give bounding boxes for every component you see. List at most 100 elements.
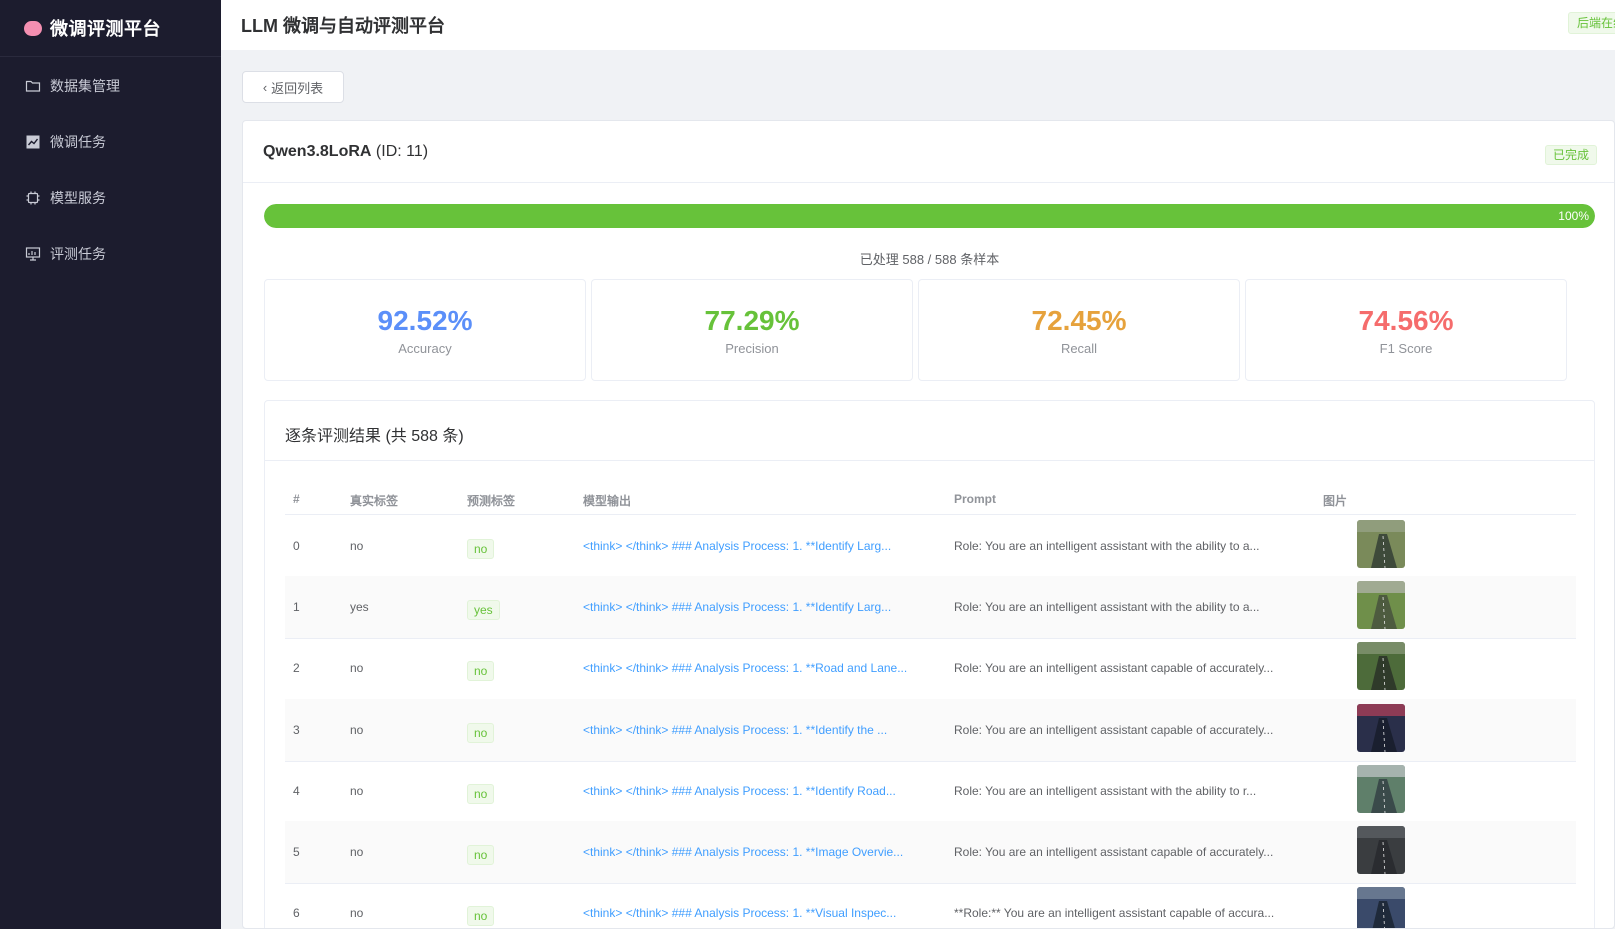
pred-label-tag: no xyxy=(467,661,495,682)
top-header: LLM 微调与自动评测平台 后端在线 xyxy=(221,0,1615,50)
job-title: Qwen3.8LoRA (ID: 11) xyxy=(263,143,428,161)
sidebar: 微调评测平台 数据集管理 微调任务 模型服务 评测任务 xyxy=(0,0,221,929)
truth-label: no xyxy=(350,906,364,921)
row-index: 5 xyxy=(293,845,300,859)
prompt-text: Role: You are an intelligent assistant c… xyxy=(954,661,1274,676)
row-index: 0 xyxy=(293,539,300,553)
table-row: 1 yes yes <think> </think> ### Analysis Pro… xyxy=(285,576,1576,640)
column-header-image: 图片 xyxy=(1323,494,1348,508)
metric-label: Accuracy xyxy=(398,341,452,356)
prompt-text: Role: You are an intelligent assistant c… xyxy=(954,845,1274,859)
folder-icon xyxy=(24,77,42,95)
metric-label: F1 Score xyxy=(1379,341,1433,356)
progress-fill: 100% xyxy=(264,204,1595,228)
model-output-link[interactable]: <think> </think> ### Analysis Process: 1… xyxy=(583,539,891,553)
row-index: 4 xyxy=(293,783,300,798)
progress-percent: 100% xyxy=(1558,209,1589,223)
metric-card-recall: 72.45% Recall xyxy=(918,279,1240,381)
sample-image-thumbnail[interactable] xyxy=(1357,703,1405,752)
presentation-icon xyxy=(24,245,42,263)
pred-label-tag: yes xyxy=(467,600,500,621)
back-button-label: 返回列表 xyxy=(271,80,324,96)
pred-label-tag: no xyxy=(467,783,495,804)
sample-image-thumbnail[interactable] xyxy=(1357,520,1405,568)
model-output-link[interactable]: <think> </think> ### Analysis Process: 1… xyxy=(583,906,896,920)
table-row: 2 no no <think> </think> ### Analysis Proce… xyxy=(285,637,1576,701)
sidebar-item-finetune[interactable]: 微调任务 xyxy=(0,122,221,162)
back-to-list-button[interactable]: ‹ 返回列表 xyxy=(242,71,344,103)
metric-card-f1: 74.56% F1 Score xyxy=(1245,279,1567,381)
metric-value: 77.29% xyxy=(704,305,800,336)
prompt-text: **Role:** You are an intelligent assista… xyxy=(954,906,1275,921)
prompt-text: Role: You are an intelligent assistant w… xyxy=(954,783,1257,798)
prompt-text: Role: You are an intelligent assistant c… xyxy=(954,722,1274,737)
progress-bar: 100% xyxy=(264,204,1595,228)
table-row: 0 no no <think> </think> ### Analysis Proce… xyxy=(285,515,1576,578)
sidebar-item-label: 微调任务 xyxy=(50,134,106,150)
cpu-icon xyxy=(24,189,42,207)
table-row: 4 no no <think> </think> ### Analysis Proce… xyxy=(285,760,1576,823)
truth-label: no xyxy=(350,661,364,676)
brand-title: 微调评测平台 xyxy=(50,19,161,39)
model-output-link[interactable]: <think> </think> ### Analysis Process: 1… xyxy=(583,600,891,614)
truth-label: no xyxy=(350,845,364,859)
column-header-index: # xyxy=(293,492,300,506)
table-row: 5 no no <think> </think> ### Analysis Proce… xyxy=(285,821,1576,884)
sample-image-thumbnail[interactable] xyxy=(1357,826,1405,874)
metric-value: 92.52% xyxy=(377,305,473,336)
page-title: LLM 微调与自动评测平台 xyxy=(241,16,445,36)
model-output-link[interactable]: <think> </think> ### Analysis Process: 1… xyxy=(583,723,887,737)
truth-label: yes xyxy=(350,600,369,615)
job-name: Qwen3.8LoRA xyxy=(263,143,372,160)
pred-label-tag: no xyxy=(467,722,495,743)
metric-card-precision: 77.29% Precision xyxy=(591,279,913,381)
results-title: 逐条评测结果 (共 588 条) xyxy=(285,428,464,445)
chevron-left-icon: ‹ xyxy=(262,79,268,95)
pred-label-tag: no xyxy=(467,906,495,927)
metric-label: Recall xyxy=(1060,341,1098,356)
prompt-text: Role: You are an intelligent assistant w… xyxy=(954,600,1260,615)
trend-chart-icon xyxy=(24,133,42,151)
truth-label: no xyxy=(350,722,364,737)
sample-image-thumbnail[interactable] xyxy=(1357,764,1405,813)
backend-status-badge: 后端在线 xyxy=(1568,12,1615,34)
pred-label-tag: no xyxy=(467,539,495,559)
pred-label-tag: no xyxy=(467,845,495,865)
row-index: 6 xyxy=(293,906,300,921)
card-header: Qwen3.8LoRA (ID: 11) 已完成 xyxy=(243,121,1614,183)
sidebar-item-label: 模型服务 xyxy=(50,190,106,206)
status-badge: 已完成 xyxy=(1545,145,1598,165)
sidebar-item-evaluation[interactable]: 评测任务 xyxy=(0,234,221,274)
column-header-output: 模型输出 xyxy=(583,494,632,508)
brain-icon xyxy=(24,20,42,36)
model-output-link[interactable]: <think> </think> ### Analysis Process: 1… xyxy=(583,784,896,798)
metric-card-accuracy: 92.52% Accuracy xyxy=(264,279,586,381)
table-row: 6 no no <think> </think> ### Analysis Proce… xyxy=(285,882,1576,928)
processed-count: 已处理 588 / 588 条样本 xyxy=(859,252,1000,267)
row-index: 2 xyxy=(293,661,300,676)
table-row: 3 no no <think> </think> ### Analysis Proce… xyxy=(285,698,1576,762)
model-output-link[interactable]: <think> </think> ### Analysis Process: 1… xyxy=(583,661,907,675)
model-output-link[interactable]: <think> </think> ### Analysis Process: 1… xyxy=(583,845,903,859)
row-index: 3 xyxy=(293,722,300,737)
truth-label: no xyxy=(350,783,364,798)
sample-image-thumbnail[interactable] xyxy=(1357,887,1405,928)
metric-value: 72.45% xyxy=(1031,305,1127,336)
results-card: 逐条评测结果 (共 588 条) # 真实标签 预测标签 模型输出 Prompt… xyxy=(264,400,1595,928)
sidebar-item-model-service[interactable]: 模型服务 xyxy=(0,178,221,218)
table-header: # 真实标签 预测标签 模型输出 Prompt 图片 xyxy=(285,486,1576,515)
sidebar-item-datasets[interactable]: 数据集管理 xyxy=(0,66,221,106)
sample-image-thumbnail[interactable] xyxy=(1357,642,1405,691)
row-index: 1 xyxy=(293,600,300,615)
column-header-truth: 真实标签 xyxy=(350,494,399,508)
brand: 微调评测平台 xyxy=(0,0,221,57)
metric-label: Precision xyxy=(725,341,779,356)
column-header-pred: 预测标签 xyxy=(467,494,516,508)
column-header-prompt: Prompt xyxy=(954,492,996,506)
metric-value: 74.56% xyxy=(1358,305,1454,336)
results-header: 逐条评测结果 (共 588 条) xyxy=(265,401,1594,461)
sample-image-thumbnail[interactable] xyxy=(1357,581,1405,630)
job-id: (ID: 11) xyxy=(375,143,429,160)
truth-label: no xyxy=(350,539,364,553)
sidebar-item-label: 数据集管理 xyxy=(50,78,120,94)
